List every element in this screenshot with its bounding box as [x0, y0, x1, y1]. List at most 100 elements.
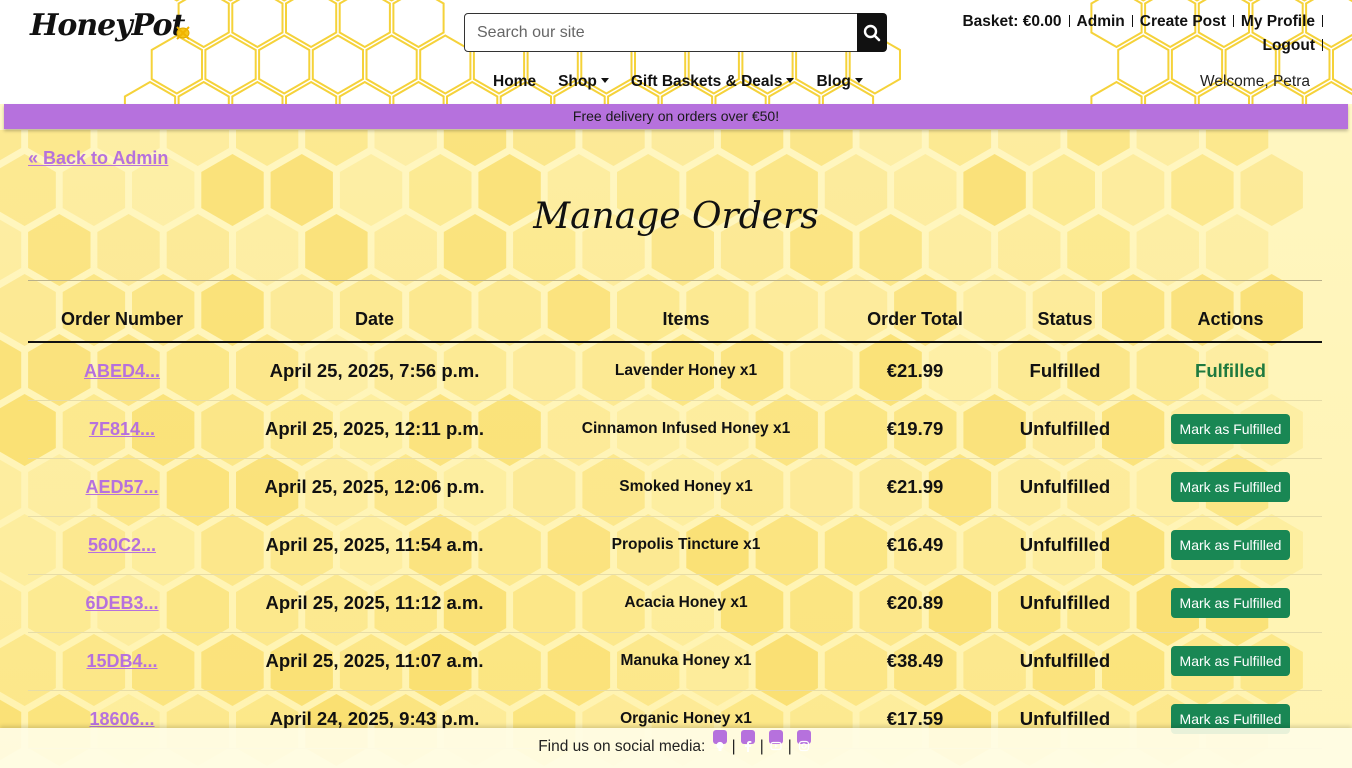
nav-shop-label: Shop [558, 73, 597, 90]
divider [1131, 15, 1133, 27]
caret-down-icon [786, 78, 795, 83]
honeycomb-cell [1090, 80, 1143, 104]
caret-down-icon [600, 78, 609, 83]
promo-banner: Free delivery on orders over €50! [4, 104, 1348, 129]
order-items: Lavender Honey x1 [533, 342, 839, 401]
table-row: 15DB4... April 25, 2025, 11:07 a.m. Manuka… [28, 632, 1322, 691]
mark-as-fulfilled-button[interactable]: Mark as Fulfilled [1170, 472, 1291, 502]
order-number-link[interactable]: 560C2... [88, 535, 156, 555]
order-status: Unfulfilled [991, 516, 1139, 575]
column-header-status: Status [991, 296, 1139, 343]
honeycomb-cell [236, 130, 299, 166]
search-icon [863, 24, 881, 41]
honeycomb-cell [177, 80, 230, 104]
mark-as-fulfilled-button[interactable]: Mark as Fulfilled [1170, 588, 1291, 618]
nav-home[interactable]: Home [493, 73, 536, 91]
honeycomb-cell [231, 80, 284, 104]
order-number-link[interactable]: 7F814... [89, 419, 155, 439]
honeycomb-cell [0, 459, 22, 521]
youtube-icon[interactable] [768, 730, 783, 751]
nav-shop-dropdown[interactable]: Shop [558, 73, 609, 91]
admin-link[interactable]: Admin [1077, 13, 1125, 30]
honeycomb-cell [388, 0, 395, 2]
nav-blog-dropdown[interactable]: Blog [816, 73, 863, 91]
order-date: April 25, 2025, 7:56 p.m. [216, 342, 533, 401]
facebook-icon[interactable] [740, 730, 755, 752]
account-links: Basket: €0.00 Admin Create Post My Profile L… [900, 10, 1330, 58]
order-number-cell: 560C2... [28, 516, 216, 575]
order-number-cell: AED57... [28, 458, 216, 517]
order-items: Manuka Honey x1 [533, 632, 839, 691]
order-date: April 25, 2025, 12:11 p.m. [216, 400, 533, 459]
honeycomb-cell [446, 80, 499, 104]
order-items: Propolis Tincture x1 [533, 516, 839, 575]
nav-gift-baskets-dropdown[interactable]: Gift Baskets & Deals [631, 73, 795, 91]
honeycomb-cell [720, 130, 784, 166]
logout-link[interactable]: Logout [1262, 37, 1315, 54]
order-actions: Mark as Fulfilled [1139, 516, 1322, 575]
divider: | [759, 738, 764, 755]
honeycomb-cell [285, 80, 338, 104]
search-input[interactable] [464, 13, 858, 52]
table-row: ABED4... April 25, 2025, 7:56 p.m. Lavende… [28, 342, 1322, 401]
orders-table: Order Number Date Items Order Total Stat… [28, 296, 1322, 749]
nav-home-label: Home [493, 73, 537, 90]
mark-as-fulfilled-button[interactable]: Mark as Fulfilled [1170, 530, 1291, 560]
order-number-link[interactable]: ABED4... [84, 361, 160, 381]
honeycomb-cell [859, 130, 922, 166]
honeycomb-cell [123, 80, 177, 104]
honeycomb-cell [335, 0, 341, 2]
basket-link[interactable]: Basket: €0.00 [962, 13, 1061, 30]
order-number-link[interactable]: 15DB4... [86, 651, 157, 671]
order-number-link[interactable]: 6DEB3... [85, 593, 158, 613]
honeycomb-cell [166, 130, 229, 166]
order-number-link[interactable]: AED57... [85, 477, 158, 497]
honeycomb-cell [258, 34, 311, 95]
honeycomb-cell [227, 0, 234, 2]
divider [1232, 15, 1234, 27]
footer-text: Find us on social media: [538, 738, 706, 755]
divider [28, 280, 1322, 281]
order-number-link[interactable]: 18606... [89, 709, 154, 729]
main-navigation: Home Shop Gift Baskets & Deals Blog [493, 73, 885, 91]
instagram-icon[interactable] [796, 730, 811, 752]
honeycomb-cell [1301, 0, 1308, 2]
order-number-cell: 7F814... [28, 400, 216, 459]
order-date: April 25, 2025, 11:12 a.m. [216, 574, 533, 633]
table-row: 7F814... April 25, 2025, 12:11 p.m. Cinnam… [28, 400, 1322, 459]
order-total: €20.89 [839, 574, 991, 633]
github-icon[interactable] [712, 730, 727, 751]
order-items: Smoked Honey x1 [533, 458, 839, 517]
order-status: Fulfilled [991, 342, 1139, 401]
order-status: Unfulfilled [991, 458, 1139, 517]
order-total: €21.99 [839, 342, 991, 401]
order-number-cell: 6DEB3... [28, 574, 216, 633]
table-row: 6DEB3... April 25, 2025, 11:12 a.m. Acacia… [28, 574, 1322, 633]
nav-gift-baskets-label: Gift Baskets & Deals [630, 73, 783, 90]
honeycomb-cell [419, 34, 472, 95]
mark-as-fulfilled-button[interactable]: Mark as Fulfilled [1170, 646, 1291, 676]
honeycomb-cell [281, 0, 288, 2]
honeycomb-cell [0, 579, 22, 641]
back-to-admin-link[interactable]: « Back to Admin [28, 148, 168, 169]
order-items: Cinnamon Infused Honey x1 [533, 400, 839, 459]
order-number-cell: 15DB4... [28, 632, 216, 691]
honeycomb-cell [374, 130, 437, 166]
order-items: Acacia Honey x1 [533, 574, 839, 633]
search-button[interactable] [857, 13, 887, 52]
honeycomb-cell [392, 80, 445, 104]
order-total: €16.49 [839, 516, 991, 575]
honeycomb-cell [365, 34, 418, 95]
divider [1322, 15, 1323, 27]
fulfilled-label: Fulfilled [1195, 360, 1266, 382]
table-header-row: Order Number Date Items Order Total Stat… [28, 296, 1322, 343]
table-row: 560C2... April 25, 2025, 11:54 a.m. Propol… [28, 516, 1322, 575]
mark-as-fulfilled-button[interactable]: Mark as Fulfilled [1170, 414, 1291, 444]
site-header: HoneyPot Basket: €0.00 Admin Create Post My… [0, 0, 1352, 104]
site-logo[interactable]: HoneyPot [30, 8, 185, 43]
my-profile-link[interactable]: My Profile [1241, 13, 1315, 30]
honeycomb-cell [204, 34, 257, 95]
order-date: April 25, 2025, 12:06 p.m. [216, 458, 533, 517]
create-post-link[interactable]: Create Post [1140, 13, 1226, 30]
column-header-date: Date [216, 296, 533, 343]
